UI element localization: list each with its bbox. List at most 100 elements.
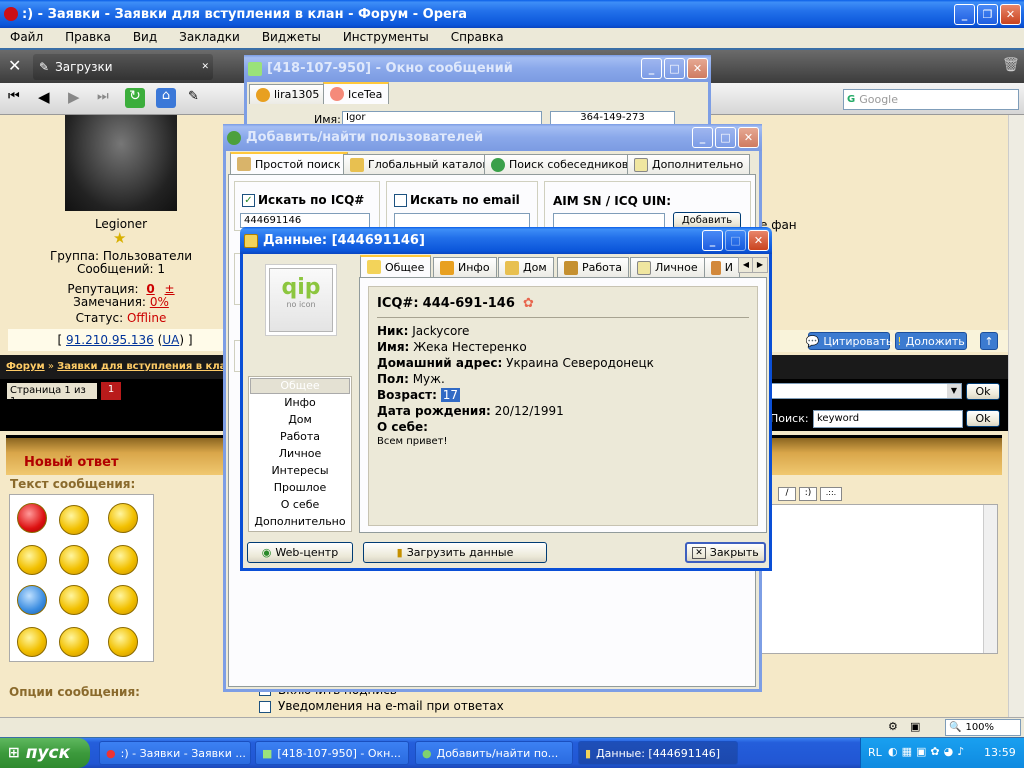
tray-display-icon[interactable]: ▣ [916,745,926,758]
quote-button[interactable]: 💬 Цитировать [806,332,892,350]
datawin-tab-interests[interactable]: И [704,257,740,277]
datawin-tab-personal[interactable]: Личное [630,257,705,277]
menu-help[interactable]: Справка [451,30,504,46]
sidebar-item-work[interactable]: Работа [250,430,350,445]
addwin-close-button[interactable]: ✕ [738,127,759,148]
addwin-tab-simple[interactable]: Простой поиск [230,152,348,174]
taskbar-item-addwin[interactable]: ● Добавить/найти по... [415,741,573,765]
tray-volume-icon[interactable]: ◕ [944,745,954,758]
email-input[interactable] [394,213,530,228]
smiley-cool-icon[interactable] [108,585,138,615]
tab-close-icon[interactable]: ✕ [201,62,209,72]
sidebar-item-past[interactable]: Прошлое [250,481,350,496]
close-dialog-button[interactable]: ✕ Закрыть [685,542,766,563]
menu-file[interactable]: Файл [10,30,43,46]
msgwin-uin-field[interactable]: 364-149-273 [550,111,675,125]
msgwin-name-field[interactable]: Igor [342,111,542,125]
minimize-button[interactable]: _ [954,3,975,25]
tray-speaker-icon[interactable]: ♪ [957,745,964,758]
smiley-smile-icon[interactable] [59,545,89,575]
textarea-scrollbar[interactable] [983,505,997,653]
tab-scroll-right-icon[interactable]: ▶ [752,257,768,273]
datawin-close-button[interactable]: ✕ [748,230,769,251]
email-notify-checkbox[interactable] [259,701,271,713]
msgwin-tab-lira1305[interactable]: lira1305 [249,84,327,104]
smiley-wink-icon[interactable] [108,503,138,533]
tray-qip-icon[interactable]: ✿ [930,745,939,758]
sidebar-item-general[interactable]: Общее [250,378,350,394]
addwin-minimize-button[interactable]: _ [692,127,713,148]
fast-forward-icon[interactable]: ⏭ [97,89,109,104]
close-button[interactable]: ✕ [1000,3,1021,25]
smiley-glasses-icon[interactable] [108,627,138,657]
jump-select-arrow-icon[interactable]: ▼ [947,384,961,398]
taskbar-item-msgwin[interactable]: ■ [418-107-950] - Окн... [255,741,409,765]
icq-search-checkbox[interactable]: ✓ [242,194,255,207]
datawin-tab-work[interactable]: Работа [557,257,630,277]
sidebar-item-personal[interactable]: Личное [250,447,350,462]
format-button-more[interactable]: .::. [820,487,842,501]
jump-ok-button[interactable]: Ok [966,383,1000,400]
start-button[interactable]: ⊞ пуск [0,738,90,768]
msgwin-maximize-button[interactable]: □ [664,58,685,79]
status-camera-icon[interactable]: ▣ [910,720,920,733]
ip-country[interactable]: UA [162,333,179,347]
taskbar-item-opera[interactable]: ●:) - Заявки - Заявки ... [99,741,251,765]
status-panel-icon[interactable]: ⚙ [888,720,898,733]
forum-search-input[interactable]: keyword [813,410,963,428]
icq-number-input[interactable]: 444691146 [240,213,370,228]
smiley-laugh-icon[interactable] [108,545,138,575]
age-value[interactable]: 17 [440,388,461,402]
smiley-shocked-icon[interactable] [59,627,89,657]
sidebar-item-interests[interactable]: Интересы [250,464,350,479]
page-scrollbar[interactable] [1008,115,1024,717]
search-ok-button[interactable]: Ok [966,410,1000,427]
addwin-maximize-button[interactable]: □ [715,127,736,148]
reputation-plus[interactable]: ± [165,282,175,296]
taskbar-item-datawin[interactable]: ▮ Данные: [444691146] [578,741,738,765]
format-button-italic[interactable]: / [778,487,796,501]
breadcrumb-forum[interactable]: Форум [6,361,45,372]
jump-select[interactable] [760,383,962,399]
menu-widgets[interactable]: Виджеты [262,30,321,46]
email-search-checkbox[interactable] [394,194,407,207]
msgwin-minimize-button[interactable]: _ [641,58,662,79]
smiley-angry-icon[interactable] [17,503,47,533]
menu-tools[interactable]: Инструменты [343,30,429,46]
sidebar-item-info[interactable]: Инфо [250,396,350,411]
zoom-control[interactable]: 🔍 100% [945,719,1021,736]
home-icon[interactable]: ⌂ [156,88,176,108]
load-data-button[interactable]: ▮ Загрузить данные [363,542,547,563]
sidebar-item-home[interactable]: Дом [250,413,350,428]
aim-input[interactable] [553,213,665,228]
menu-bookmarks[interactable]: Закладки [179,30,240,46]
addwin-tab-extra[interactable]: Дополнительно [627,154,751,174]
smiley-happy-icon[interactable] [59,585,89,615]
smiley-tongue-icon[interactable] [17,627,47,657]
warnings-value[interactable]: 0% [150,295,169,309]
panel-tools-icon[interactable]: ✕ [8,56,21,75]
menu-edit[interactable]: Правка [65,30,111,46]
reload-icon[interactable]: ↻ [125,88,145,108]
msgwin-tab-icetea[interactable]: IceTea [323,82,390,104]
datawin-minimize-button[interactable]: _ [702,230,723,251]
datawin-tab-info[interactable]: Инфо [433,257,497,277]
reputation-value[interactable]: 0 [146,282,154,296]
menu-view[interactable]: Вид [133,30,157,46]
rewind-icon[interactable]: ⏮ [8,89,20,104]
addwin-tab-global[interactable]: Глобальный каталог [343,154,496,174]
message-textarea[interactable] [760,504,998,654]
ip-link[interactable]: 91.210.95.136 [66,333,154,347]
smiley-cold-icon[interactable] [17,585,47,615]
sidebar-item-about[interactable]: О себе [250,498,350,513]
addwin-tab-chat[interactable]: Поиск собеседников [484,154,636,174]
tab-downloads[interactable]: ✎ Загрузки ✕ [33,54,213,80]
language-indicator[interactable]: RL [868,746,882,759]
datawin-maximize-button[interactable]: □ [725,230,746,251]
report-button[interactable]: ! Доложить [895,332,967,350]
forward-icon[interactable]: ▶ [68,88,80,106]
restore-button[interactable]: ❐ [977,3,998,25]
datawin-tab-general[interactable]: Общее [360,255,432,277]
page-current[interactable]: 1 [101,382,121,400]
scroll-top-button[interactable]: ↑ [980,332,998,350]
